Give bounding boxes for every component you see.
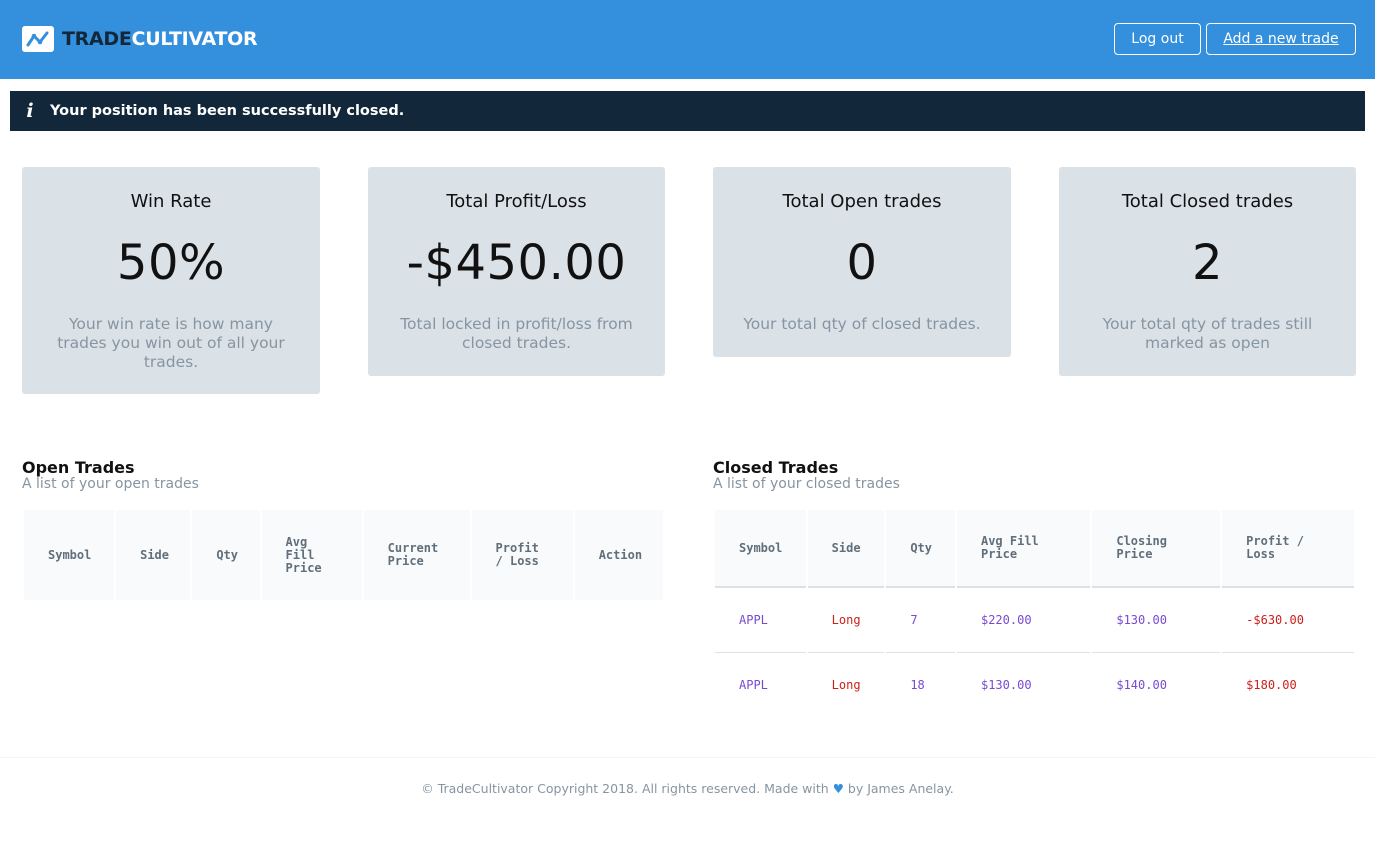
cell-symbol: APPL bbox=[715, 652, 806, 717]
logout-button[interactable]: Log out bbox=[1114, 23, 1201, 55]
stat-description: Your total qty of trades still marked as… bbox=[1102, 315, 1313, 352]
stat-value: 2 bbox=[1191, 235, 1224, 291]
stat-value: 50% bbox=[116, 235, 226, 291]
footer: © TradeCultivator Copyright 2018. All ri… bbox=[0, 781, 1375, 796]
cell-closing-price: $130.00 bbox=[1092, 587, 1221, 652]
stat-value: 0 bbox=[846, 235, 878, 291]
footer-divider bbox=[0, 757, 1375, 758]
chart-line-icon bbox=[22, 26, 54, 52]
column-header-symbol: Symbol bbox=[24, 510, 115, 600]
logo-text-cultivator: CULTIVATOR bbox=[131, 28, 258, 50]
top-navbar: TRADECULTIVATOR Log out Add a new trade bbox=[0, 0, 1375, 79]
stat-card-open-trades: Total Open trades 0 Your total qty of cl… bbox=[713, 167, 1011, 357]
column-header-qty: Qty bbox=[192, 510, 260, 600]
cell-profit-loss: $180.00 bbox=[1222, 652, 1354, 717]
stat-title: Total Profit/Loss bbox=[446, 191, 587, 212]
cell-avg-fill-price: $130.00 bbox=[956, 652, 1091, 717]
column-header-avg-fill-price: Avg Fill Price bbox=[956, 510, 1091, 587]
table-row: APPL Long 18 $130.00 $140.00 $180.00 bbox=[715, 652, 1354, 717]
open-trades-subtitle: A list of your open trades bbox=[22, 476, 199, 492]
cell-side: Long bbox=[807, 587, 885, 652]
column-header-symbol: Symbol bbox=[715, 510, 806, 587]
add-trade-button[interactable]: Add a new trade bbox=[1206, 23, 1356, 55]
logo-text: TRADECULTIVATOR bbox=[62, 28, 258, 50]
table-header-row: Symbol Side Qty Avg Fill Price Current P… bbox=[24, 510, 663, 600]
footer-author: by James Anelay. bbox=[847, 781, 954, 796]
open-trades-table: Symbol Side Qty Avg Fill Price Current P… bbox=[22, 510, 665, 600]
logo-text-trade: TRADE bbox=[62, 28, 132, 50]
stat-card-total-profit-loss: Total Profit/Loss -$450.00 Total locked … bbox=[368, 167, 665, 376]
alert-message: Your position has been successfully clos… bbox=[50, 103, 405, 119]
table-header-row: Symbol Side Qty Avg Fill Price Closing P… bbox=[715, 510, 1354, 587]
stat-description: Total locked in profit/loss from closed … bbox=[400, 315, 633, 352]
success-alert: i Your position has been successfully cl… bbox=[10, 91, 1365, 131]
stat-title: Total Closed trades bbox=[1121, 191, 1294, 212]
stat-title: Win Rate bbox=[130, 191, 212, 212]
stat-description: Your total qty of closed trades. bbox=[743, 315, 981, 333]
open-trades-title: Open Trades bbox=[22, 458, 135, 477]
column-header-avg-fill-price: Avg Fill Price bbox=[261, 510, 362, 600]
column-header-qty: Qty bbox=[886, 510, 955, 587]
stat-description: Your win rate is how many trades you win… bbox=[57, 315, 285, 371]
column-header-current-price: Current Price bbox=[363, 510, 470, 600]
column-header-profit-loss: Profit / Loss bbox=[471, 510, 573, 600]
cell-closing-price: $140.00 bbox=[1092, 652, 1221, 717]
cell-qty: 18 bbox=[886, 652, 955, 717]
cell-symbol: APPL bbox=[715, 587, 806, 652]
cell-side: Long bbox=[807, 652, 885, 717]
logo[interactable]: TRADECULTIVATOR bbox=[22, 26, 258, 52]
closed-trades-subtitle: A list of your closed trades bbox=[713, 476, 900, 492]
cell-profit-loss: -$630.00 bbox=[1222, 587, 1354, 652]
closed-trades-title: Closed Trades bbox=[713, 458, 839, 477]
column-header-profit-loss: Profit / Loss bbox=[1222, 510, 1354, 587]
column-header-closing-price: Closing Price bbox=[1092, 510, 1221, 587]
stat-card-closed-trades: Total Closed trades 2 Your total qty of … bbox=[1059, 167, 1356, 376]
stat-card-win-rate: Win Rate 50% Your win rate is how many t… bbox=[22, 167, 320, 394]
info-icon: i bbox=[26, 100, 34, 122]
column-header-action: Action bbox=[574, 510, 663, 600]
stat-value: -$450.00 bbox=[406, 235, 627, 291]
column-header-side: Side bbox=[807, 510, 885, 587]
cell-qty: 7 bbox=[886, 587, 955, 652]
stat-title: Total Open trades bbox=[782, 191, 942, 212]
footer-copyright: © TradeCultivator Copyright 2018. All ri… bbox=[421, 781, 829, 796]
closed-trades-table: Symbol Side Qty Avg Fill Price Closing P… bbox=[713, 510, 1356, 717]
cell-avg-fill-price: $220.00 bbox=[956, 587, 1091, 652]
table-row: APPL Long 7 $220.00 $130.00 -$630.00 bbox=[715, 587, 1354, 652]
column-header-side: Side bbox=[116, 510, 191, 600]
heart-icon: ♥ bbox=[832, 781, 844, 796]
